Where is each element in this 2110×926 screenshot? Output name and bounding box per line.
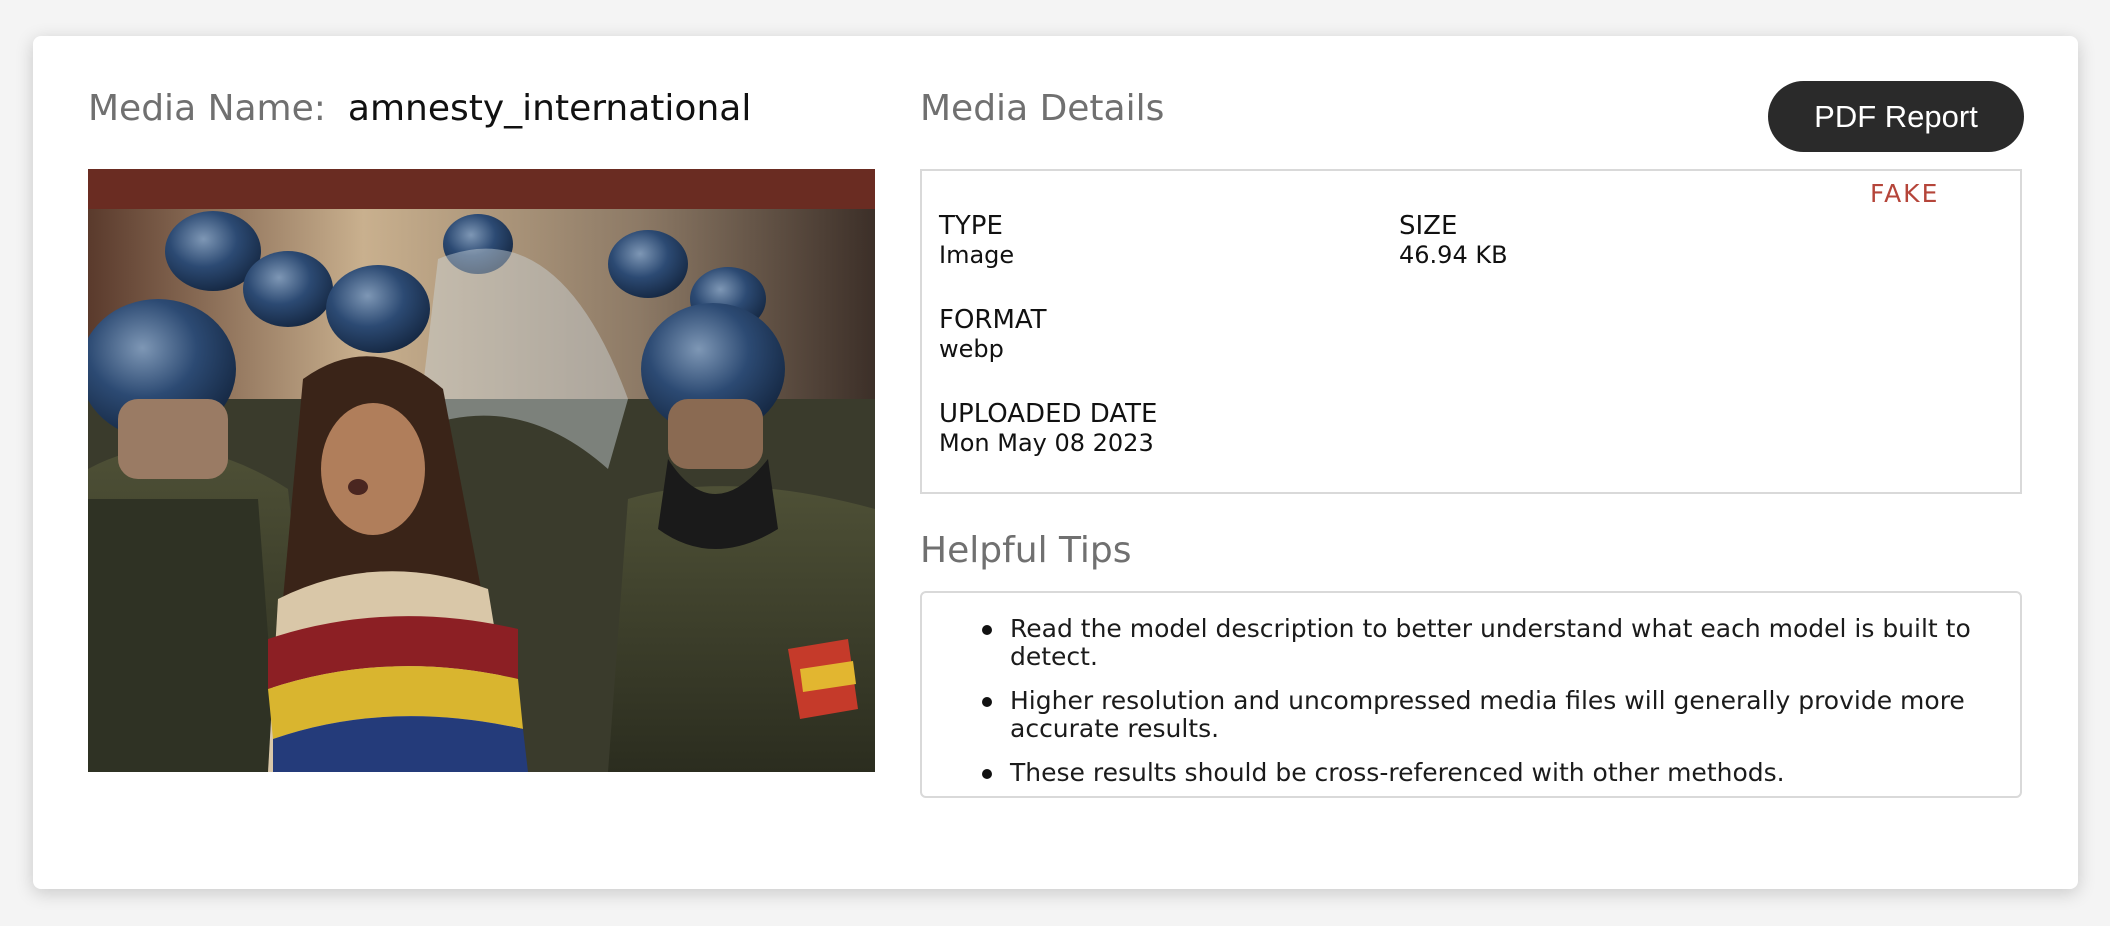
bullet-icon (982, 697, 992, 707)
tip-item: These results should be cross-referenced… (922, 759, 2020, 787)
tip-text: Read the model description to better und… (1010, 614, 1971, 671)
tip-item: Read the model description to better und… (922, 615, 2020, 671)
field-label: FORMAT (939, 305, 1047, 335)
media-details-title: Media Details (920, 88, 1165, 129)
helpful-tips-box: Read the model description to better und… (920, 591, 2022, 798)
field-value: Image (939, 241, 1015, 269)
media-name-row: Media Name: amnesty_international (88, 88, 751, 129)
field-label: TYPE (939, 211, 1003, 241)
media-name-value: amnesty_international (347, 88, 752, 129)
field-size: SIZE 46.94 KB (1399, 211, 1508, 269)
field-label: SIZE (1399, 211, 1458, 241)
bullet-icon (982, 625, 992, 635)
tip-text: Higher resolution and uncompressed media… (1010, 686, 1965, 743)
bullet-icon (982, 769, 992, 779)
field-format: FORMAT webp (939, 305, 1047, 363)
field-value: 46.94 KB (1399, 241, 1508, 269)
tip-item: Higher resolution and uncompressed media… (922, 687, 2020, 743)
pdf-report-button[interactable]: PDF Report (1768, 81, 2024, 152)
field-uploaded-date: UPLOADED DATE Mon May 08 2023 (939, 399, 1157, 457)
media-details-box: FAKE TYPE Image SIZE 46.94 KB FORMAT web… (920, 169, 2022, 494)
media-name-label: Media Name: (88, 88, 326, 129)
tip-text: These results should be cross-referenced… (1010, 758, 1785, 787)
field-label: UPLOADED DATE (939, 399, 1158, 429)
helpful-tips-title: Helpful Tips (920, 530, 1132, 571)
field-value: webp (939, 335, 1004, 363)
field-value: Mon May 08 2023 (939, 429, 1154, 457)
media-image (88, 169, 875, 772)
field-type: TYPE Image (939, 211, 1014, 269)
tips-list: Read the model description to better und… (922, 615, 2020, 803)
verdict-badge: FAKE (1870, 179, 1940, 208)
